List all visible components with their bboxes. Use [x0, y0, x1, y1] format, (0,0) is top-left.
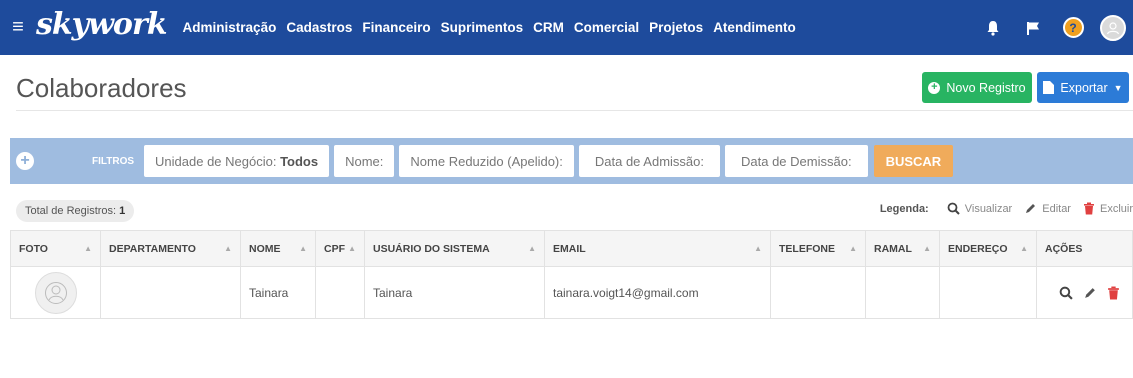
legend: Legenda: Visualizar Editar Excluir: [880, 202, 1133, 215]
menu-item-atendimento[interactable]: Atendimento: [713, 20, 796, 35]
new-record-label: Novo Registro: [946, 80, 1026, 95]
cell-cpf: [315, 266, 365, 319]
filters-bar: + FILTROS Unidade de Negócio: Todos Nome…: [10, 138, 1133, 184]
caret-down-icon: ▼: [1113, 82, 1123, 93]
help-icon[interactable]: ?: [1053, 0, 1093, 55]
main-menu: Administração Cadastros Financeiro Supri…: [183, 20, 796, 35]
export-button[interactable]: Exportar ▼: [1037, 72, 1129, 103]
menu-item-financeiro[interactable]: Financeiro: [362, 20, 430, 35]
col-header-departamento[interactable]: DEPARTAMENTO ▲: [100, 230, 241, 267]
total-records-label: Total de Registros:: [25, 205, 117, 217]
menu-item-administracao[interactable]: Administração: [183, 20, 277, 35]
cell-usuario: Tainara: [364, 266, 545, 319]
total-records-badge: Total de Registros: 1: [16, 200, 135, 222]
col-header-email[interactable]: EMAIL ▲: [544, 230, 771, 267]
hamburger-menu-icon[interactable]: ≡: [0, 16, 36, 39]
sort-icon[interactable]: ▲: [84, 244, 92, 253]
logo[interactable]: skywork: [36, 7, 168, 42]
header-divider: [16, 110, 1133, 111]
col-header-acoes: AÇÕES: [1036, 230, 1133, 267]
user-avatar[interactable]: [1093, 0, 1133, 55]
search-icon: [947, 202, 960, 215]
legend-delete: Excluir: [1083, 202, 1133, 215]
col-header-nome[interactable]: NOME ▲: [240, 230, 316, 267]
col-header-telefone[interactable]: TELEFONE ▲: [770, 230, 866, 267]
sort-icon[interactable]: ▲: [754, 244, 762, 253]
edit-pencil-icon[interactable]: [1083, 286, 1097, 300]
filter-data-demissao[interactable]: Data de Demissão:: [725, 145, 868, 177]
top-navbar: ≡ skywork Administração Cadastros Financ…: [0, 0, 1133, 55]
sort-icon[interactable]: ▲: [348, 244, 356, 253]
document-icon: [1043, 81, 1055, 94]
sort-icon[interactable]: ▲: [299, 244, 307, 253]
filter-data-admissao[interactable]: Data de Admissão:: [578, 145, 720, 177]
nav-right-tools: ?: [973, 0, 1133, 55]
view-search-icon[interactable]: [1059, 286, 1073, 300]
sort-icon[interactable]: ▲: [923, 244, 931, 253]
plus-circle-icon: +: [928, 81, 941, 94]
filter-unidade-label: Unidade de Negócio:: [155, 153, 277, 169]
filter-nome-reduzido[interactable]: Nome Reduzido (Apelido):: [399, 145, 574, 177]
search-button[interactable]: BUSCAR: [873, 145, 954, 177]
col-header-cpf[interactable]: CPF ▲: [315, 230, 365, 267]
legend-edit-label: Editar: [1042, 202, 1071, 215]
flag-icon[interactable]: [1013, 0, 1053, 55]
add-filter-icon[interactable]: +: [16, 152, 34, 170]
delete-trash-icon[interactable]: [1107, 286, 1120, 300]
cell-telefone: [770, 266, 866, 319]
new-record-button[interactable]: + Novo Registro: [922, 72, 1032, 103]
menu-item-suprimentos[interactable]: Suprimentos: [441, 20, 524, 35]
bell-icon[interactable]: [973, 0, 1013, 55]
menu-item-crm[interactable]: CRM: [533, 20, 564, 35]
menu-item-comercial[interactable]: Comercial: [574, 20, 639, 35]
collaborators-table: FOTO ▲ DEPARTAMENTO ▲ NOME ▲ CPF ▲ USUÁRIO D…: [10, 230, 1133, 319]
sort-icon[interactable]: ▲: [528, 244, 536, 253]
page-title: Colaboradores: [16, 73, 187, 103]
export-label: Exportar: [1060, 80, 1108, 95]
legend-view: Visualizar: [947, 202, 1013, 215]
menu-item-cadastros[interactable]: Cadastros: [286, 20, 352, 35]
col-header-usuario[interactable]: USUÁRIO DO SISTEMA ▲: [364, 230, 545, 267]
menu-item-projetos[interactable]: Projetos: [649, 20, 703, 35]
cell-acoes: [1036, 266, 1133, 319]
cell-nome: Tainara: [240, 266, 316, 319]
table-header-row: FOTO ▲ DEPARTAMENTO ▲ NOME ▲ CPF ▲ USUÁRIO D…: [10, 230, 1133, 267]
cell-departamento: [100, 266, 241, 319]
avatar: [34, 271, 77, 314]
cell-endereco: [939, 266, 1037, 319]
legend-view-label: Visualizar: [964, 202, 1013, 215]
sort-icon[interactable]: ▲: [1020, 244, 1028, 253]
filters-label: FILTROS: [92, 155, 135, 167]
filter-unidade-value: Todos: [280, 153, 319, 169]
sort-icon[interactable]: ▲: [224, 244, 232, 253]
cell-foto: [10, 266, 101, 319]
legend-delete-label: Excluir: [1099, 202, 1133, 215]
filter-nome[interactable]: Nome:: [334, 145, 395, 177]
legend-edit: Editar: [1024, 202, 1071, 215]
table-row: Tainara Tainara tainara.voigt14@gmail.co…: [10, 266, 1133, 319]
pencil-icon: [1026, 204, 1036, 213]
trash-icon: [1083, 202, 1094, 215]
sort-icon[interactable]: ▲: [849, 244, 857, 253]
col-header-ramal[interactable]: RAMAL ▲: [865, 230, 940, 267]
col-header-foto[interactable]: FOTO ▲: [10, 230, 101, 267]
cell-ramal: [865, 266, 940, 319]
legend-label: Legenda:: [879, 202, 929, 215]
col-header-endereco[interactable]: ENDEREÇO ▲: [939, 230, 1037, 267]
total-records-value: 1: [119, 205, 126, 217]
cell-email: tainara.voigt14@gmail.com: [544, 266, 771, 319]
filter-unidade-negocio[interactable]: Unidade de Negócio: Todos: [144, 145, 330, 177]
